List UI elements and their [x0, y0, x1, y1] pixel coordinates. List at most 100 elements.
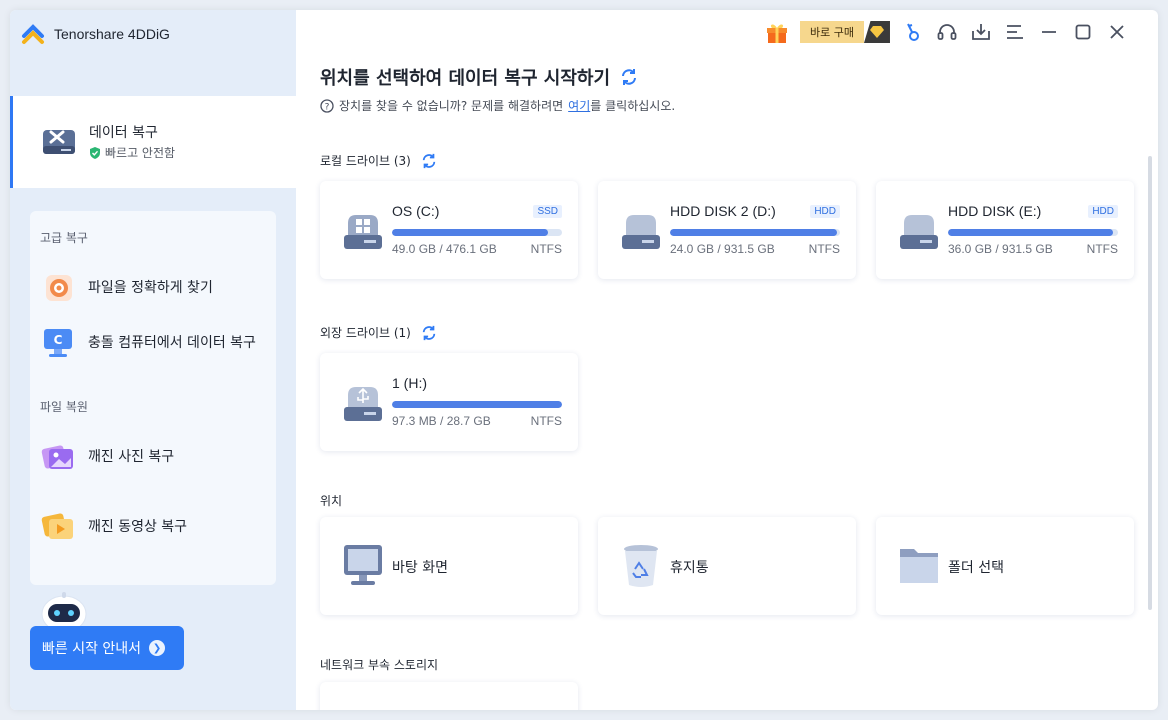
drive-size: 97.3 MB / 28.7 GB: [392, 414, 491, 428]
scrollbar[interactable]: [1148, 156, 1152, 610]
diamond-icon: [863, 21, 890, 43]
tools-drive-icon: [43, 130, 75, 154]
drive-size: 36.0 GB / 931.5 GB: [948, 242, 1053, 256]
external-drives-text: 외장 드라이브 (1): [320, 326, 411, 340]
target-icon: [46, 275, 72, 301]
buy-now-button[interactable]: 바로 구매: [800, 21, 890, 43]
video-icon: [41, 513, 73, 539]
gift-button[interactable]: [760, 18, 794, 46]
sidebar-item-subtitle: 빠르고 안전함: [89, 144, 175, 161]
drive-name: 1 (H:): [392, 375, 427, 391]
gift-icon: [767, 24, 787, 43]
refresh-icon[interactable]: [421, 153, 437, 169]
shield-check-icon: [90, 146, 100, 159]
page-title-text: 위치를 선택하여 데이터 복구 시작하기: [320, 68, 611, 89]
usage-bar-fill: [392, 401, 562, 408]
location-name: 휴지통: [670, 560, 709, 576]
drive-card-c[interactable]: OS (C:) SSD 49.0 GB / 476.1 GB NTFS: [320, 181, 578, 279]
sidebar-item-video-repair[interactable]: 깨진 동영상 복구: [40, 511, 270, 543]
download-icon: [972, 24, 990, 40]
svg-text:C: C: [54, 333, 63, 347]
download-button[interactable]: [964, 18, 998, 46]
location-label: 위치: [320, 492, 342, 509]
sidebar-panel: 고급 복구 파일을 정확하게 찾기 C 충돌 컴퓨터에서 데이터 복구 파일 복…: [30, 211, 276, 585]
refresh-icon[interactable]: [620, 68, 638, 86]
sidebar: Tenorshare 4DDiG 데이터 복구 빠르고 안전함 고급 복구 파일…: [10, 10, 296, 710]
drive-card-d[interactable]: HDD DISK 2 (D:) HDD 24.0 GB / 931.5 GB N…: [598, 181, 856, 279]
drive-size: 49.0 GB / 476.1 GB: [392, 242, 497, 256]
minimize-icon: [1041, 31, 1056, 33]
title-bar: 바로 구매: [760, 18, 1134, 46]
help-link[interactable]: 여기: [568, 97, 590, 114]
quick-start-guide-button[interactable]: 빠른 시작 안내서 ❯: [30, 626, 184, 670]
maximize-button[interactable]: [1066, 18, 1100, 46]
sidebar-item-photo-repair[interactable]: 깨진 사진 복구: [40, 441, 270, 473]
hdd-icon: [900, 215, 938, 249]
photo-icon: [41, 445, 73, 469]
drive-type-badge: SSD: [533, 205, 562, 218]
buy-label: 바로 구매: [800, 21, 864, 43]
location-name: 바탕 화면: [392, 560, 448, 576]
license-key-button[interactable]: [896, 18, 930, 46]
item-label: 깨진 동영상 복구: [88, 518, 188, 535]
drive-type-badge: HDD: [810, 205, 840, 218]
local-drives-label: 로컬 드라이브 (3): [320, 152, 437, 169]
windows-drive-icon: [344, 215, 382, 249]
network-storage-label: 네트워크 부속 스토리지: [320, 656, 438, 673]
usage-bar-fill: [948, 229, 1113, 236]
refresh-icon[interactable]: [421, 325, 437, 341]
usage-bar: [392, 401, 562, 408]
sidebar-item-precise-search[interactable]: 파일을 정확하게 찾기: [40, 273, 270, 303]
location-card-folder[interactable]: 폴더 선택: [876, 517, 1134, 615]
page-title: 위치를 선택하여 데이터 복구 시작하기: [320, 64, 638, 90]
location-name: 폴더 선택: [948, 560, 1004, 576]
section-label-advanced: 고급 복구: [40, 231, 88, 245]
help-text: ? 장치를 찾을 수 없습니까? 문제를 해결하려면 여기 를 클릭하십시오.: [320, 97, 675, 114]
drive-name: HDD DISK (E:): [948, 203, 1042, 219]
brand: Tenorshare 4DDiG: [20, 22, 170, 46]
local-drives-text: 로컬 드라이브 (3): [320, 154, 411, 168]
chevron-right-icon: ❯: [149, 640, 166, 656]
location-text: 위치: [320, 494, 343, 508]
close-button[interactable]: [1100, 18, 1134, 46]
item-label: 파일을 정확하게 찾기: [88, 279, 213, 296]
menu-icon: [1006, 25, 1023, 39]
usage-bar: [670, 229, 840, 236]
app-window: Tenorshare 4DDiG 데이터 복구 빠르고 안전함 고급 복구 파일…: [10, 10, 1158, 710]
location-card-desktop[interactable]: 바탕 화면: [320, 517, 578, 615]
item-label: 충돌 컴퓨터에서 데이터 복구: [88, 334, 256, 351]
key-icon: [907, 23, 919, 41]
usage-bar: [948, 229, 1118, 236]
drive-name: OS (C:): [392, 203, 440, 219]
minimize-button[interactable]: [1032, 18, 1066, 46]
svg-text:?: ?: [325, 102, 330, 112]
drive-card-e[interactable]: HDD DISK (E:) HDD 36.0 GB / 931.5 GB NTF…: [876, 181, 1134, 279]
help-suffix: 를 클릭하십시오.: [590, 99, 676, 113]
drive-filesystem: NTFS: [530, 414, 562, 428]
network-storage-text: 네트워크 부속 스토리지: [320, 658, 439, 672]
app-title: Tenorshare 4DDiG: [54, 26, 170, 42]
usage-bar: [392, 229, 562, 236]
drive-card-h[interactable]: 1 (H:) 97.3 MB / 28.7 GB NTFS: [320, 353, 578, 451]
usage-bar-fill: [392, 229, 549, 236]
computer-c-icon: C: [44, 329, 72, 357]
item-label: 깨진 사진 복구: [88, 448, 175, 465]
network-card[interactable]: [320, 682, 578, 710]
menu-button[interactable]: [998, 18, 1032, 46]
recycle-bin-icon: [624, 545, 658, 587]
support-button[interactable]: [930, 18, 964, 46]
sidebar-item-data-recovery[interactable]: 데이터 복구 빠르고 안전함: [10, 96, 296, 188]
sidebar-item-title: 데이터 복구: [89, 125, 158, 141]
location-card-recycle-bin[interactable]: 휴지통: [598, 517, 856, 615]
hdd-icon: [622, 215, 660, 249]
headset-icon: [937, 24, 957, 40]
guide-label: 빠른 시작 안내서: [42, 641, 142, 657]
help-prefix: 장치를 찾을 수 없습니까? 문제를 해결하려면: [339, 99, 564, 113]
question-icon: ?: [320, 98, 334, 113]
drive-filesystem: NTFS: [1086, 242, 1118, 256]
close-icon: [1110, 25, 1124, 39]
drive-size: 24.0 GB / 931.5 GB: [670, 242, 775, 256]
sidebar-item-crashed-pc[interactable]: C 충돌 컴퓨터에서 데이터 복구: [40, 327, 270, 359]
drive-filesystem: NTFS: [808, 242, 840, 256]
folder-icon: [900, 549, 938, 583]
